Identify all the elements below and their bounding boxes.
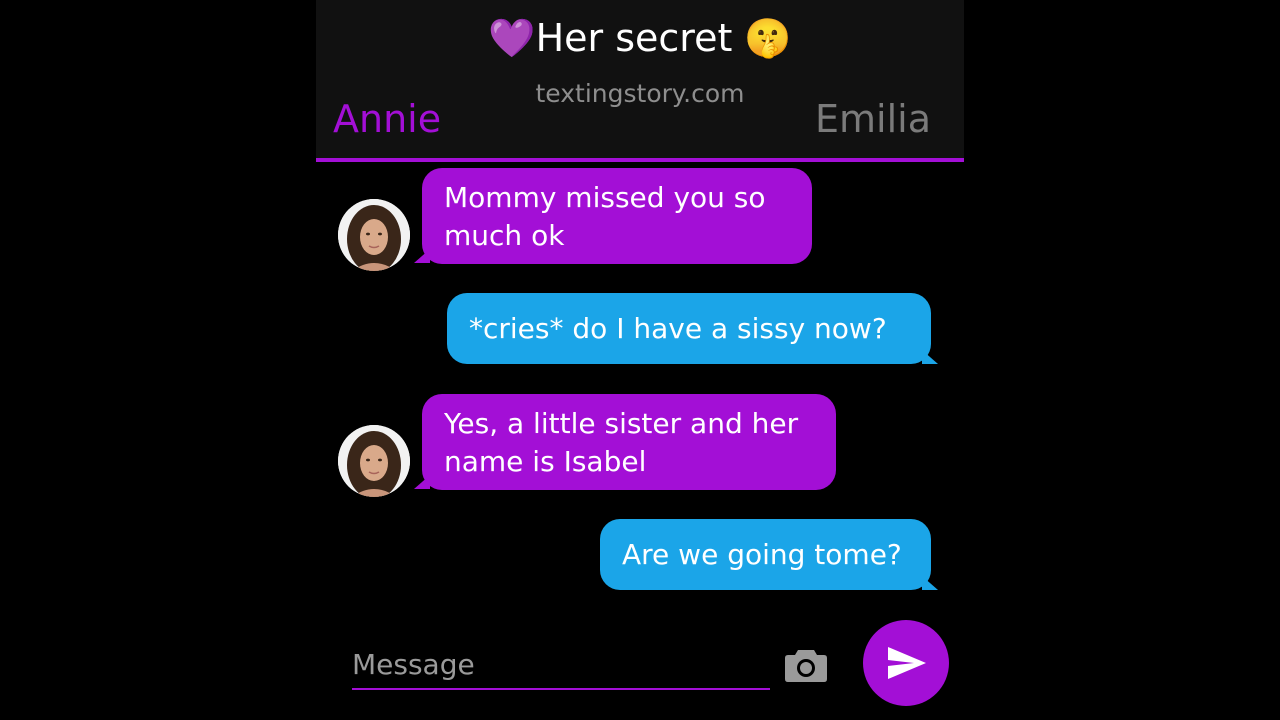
- message-bubble-outgoing[interactable]: Are we going tome?: [600, 519, 931, 590]
- avatar[interactable]: [338, 199, 410, 271]
- message-bubble-outgoing[interactable]: *cries* do I have a sissy now?: [447, 293, 931, 364]
- message-text: Mommy missed you so much ok: [444, 181, 766, 252]
- contact-name-right: Emilia: [815, 97, 931, 141]
- message-input[interactable]: [352, 640, 770, 690]
- message-bubble-incoming[interactable]: Mommy missed you so much ok: [422, 168, 812, 264]
- header-divider: [316, 158, 964, 162]
- message-text: *cries* do I have a sissy now?: [469, 312, 887, 345]
- chat-screen: 💜Her secret 🤫 textingstory.com Annie Emi…: [316, 0, 964, 720]
- message-bubble-incoming[interactable]: Yes, a little sister and her name is Isa…: [422, 394, 836, 490]
- avatar-image: [338, 425, 410, 497]
- message-text: Are we going tome?: [622, 538, 902, 571]
- story-title: 💜Her secret 🤫: [488, 16, 792, 60]
- message-composer: [352, 640, 770, 690]
- avatar[interactable]: [338, 425, 410, 497]
- chat-header: 💜Her secret 🤫 textingstory.com Annie Emi…: [316, 0, 964, 159]
- send-icon: [888, 647, 926, 679]
- message-text: Yes, a little sister and her name is Isa…: [444, 407, 799, 478]
- contact-name-left: Annie: [333, 97, 442, 141]
- avatar-image: [338, 199, 410, 271]
- send-button[interactable]: [863, 620, 949, 706]
- camera-icon[interactable]: [784, 647, 828, 683]
